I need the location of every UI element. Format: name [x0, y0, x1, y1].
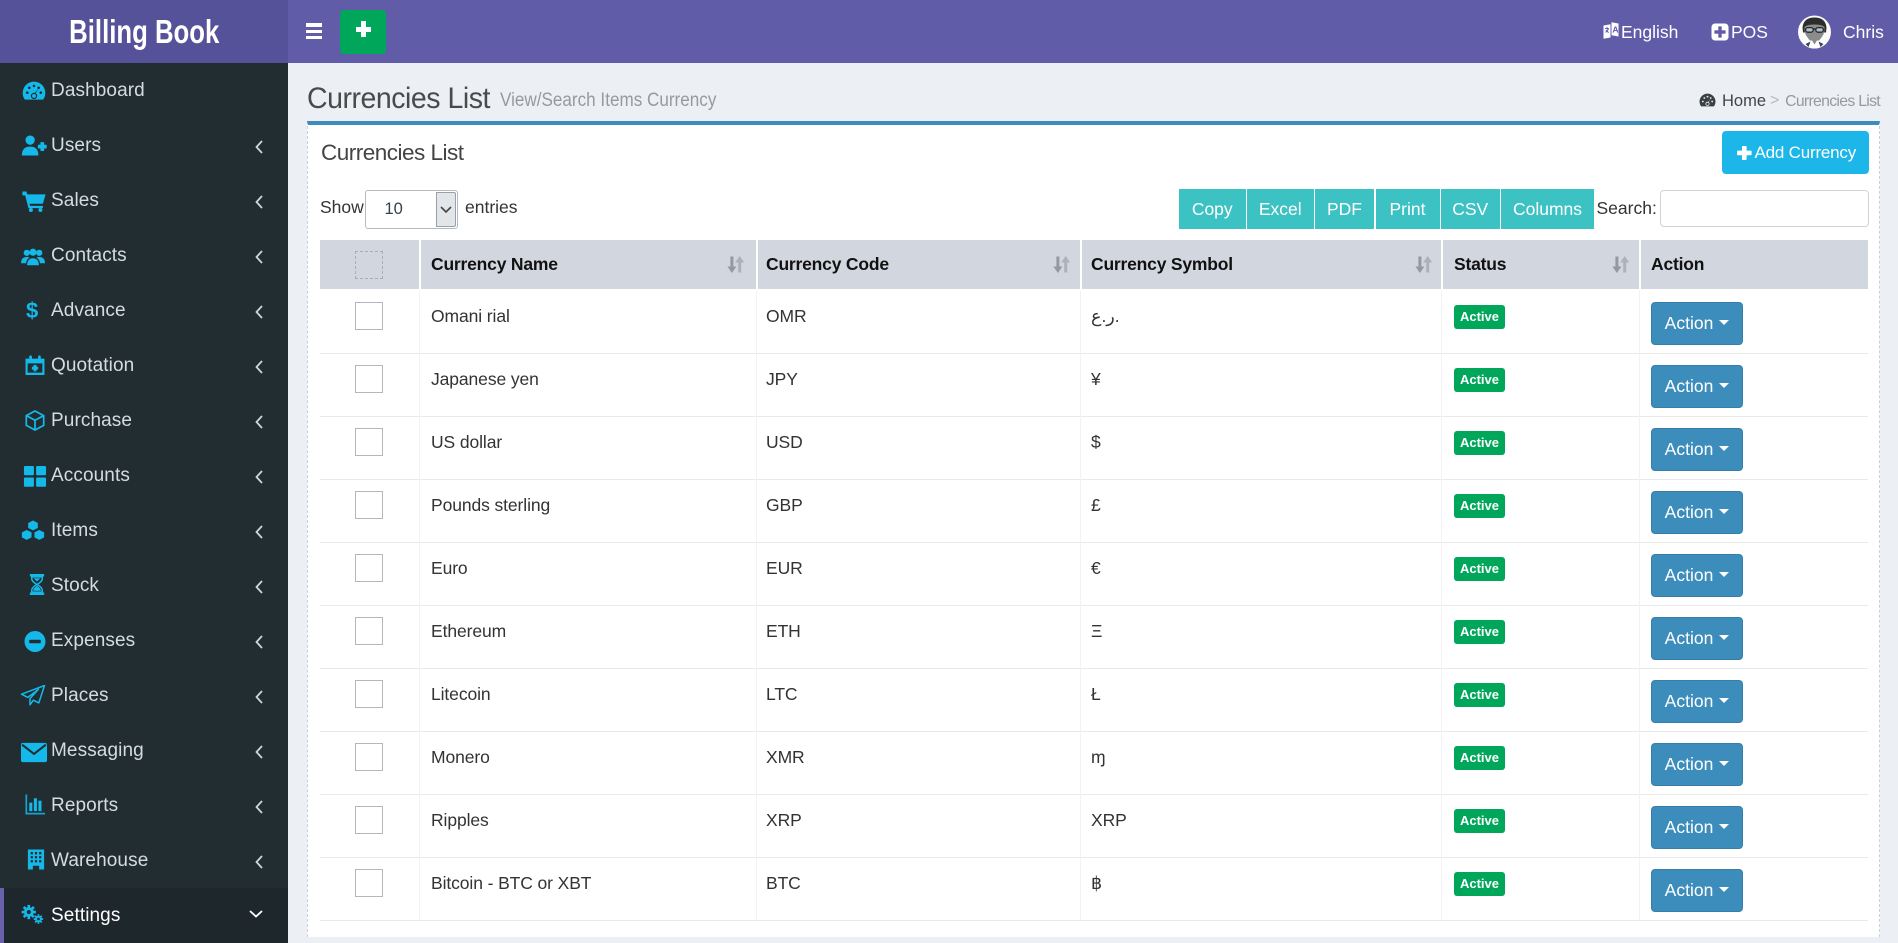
svg-text:A: A — [1612, 24, 1618, 34]
